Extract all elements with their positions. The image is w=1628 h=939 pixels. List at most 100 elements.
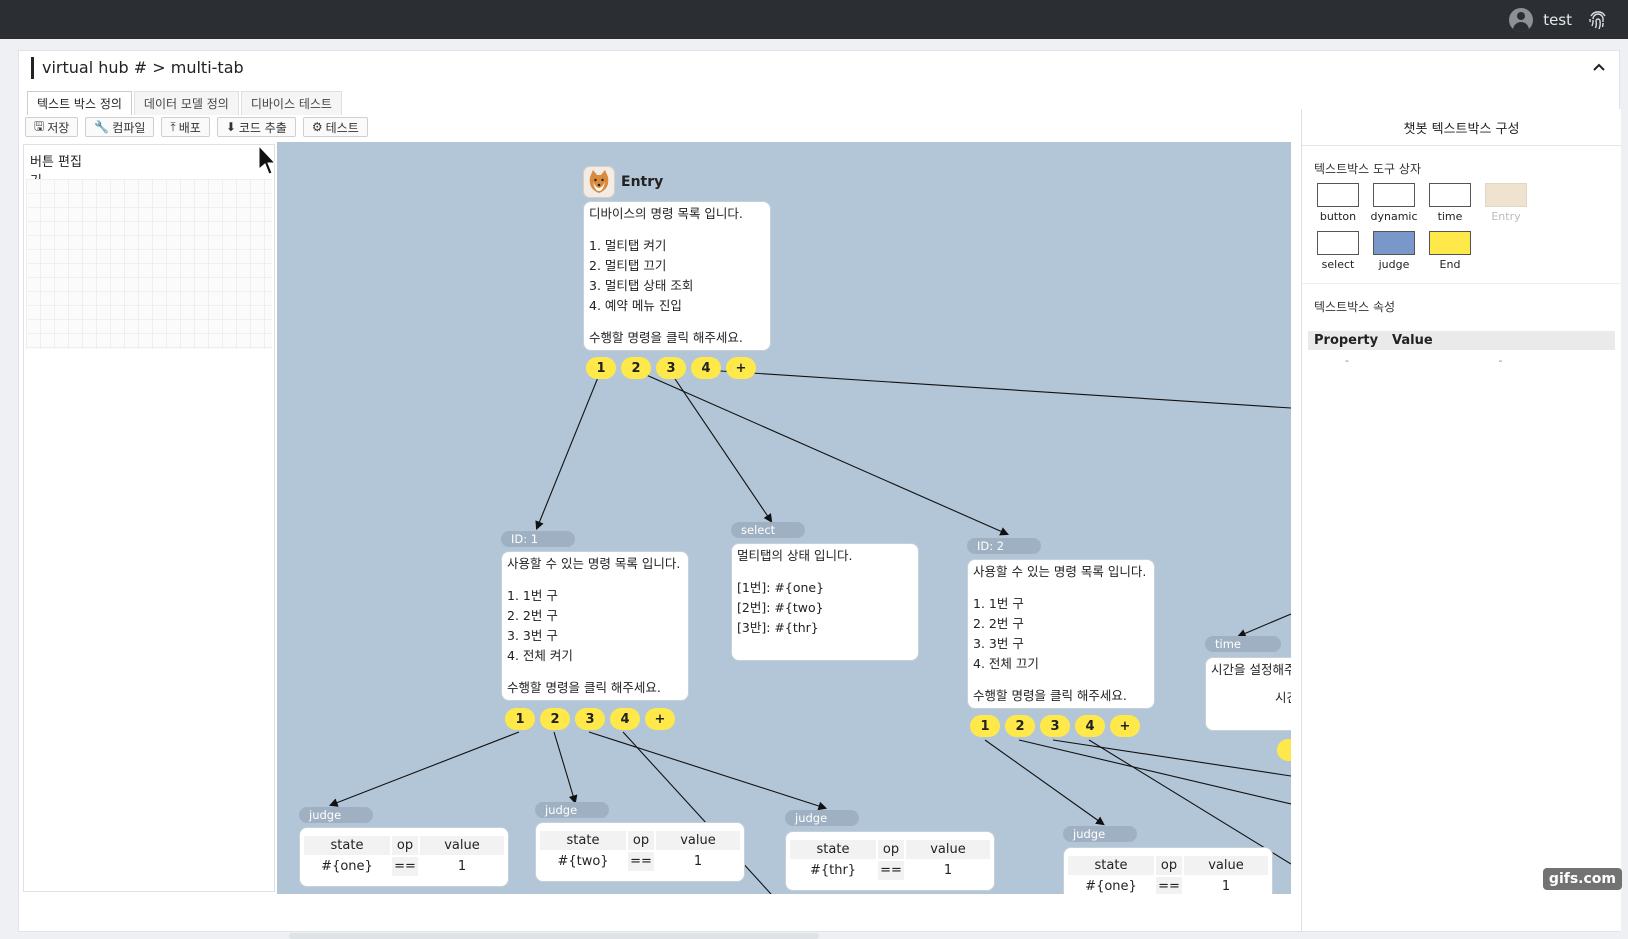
gear-icon: ⚙ <box>311 120 323 134</box>
save-button[interactable]: 🖫 저장 <box>25 117 79 137</box>
tab-bar: 텍스트 박스 정의 데이터 모델 정의 디바이스 테스트 <box>27 91 342 115</box>
judge-header: state <box>304 836 390 855</box>
shiba-dog-icon <box>583 166 615 198</box>
tool-dynamic[interactable]: dynamic <box>1366 183 1422 223</box>
judge-cell: == <box>878 861 904 880</box>
judge-header: state <box>790 840 876 859</box>
node-line: 4. 전체 끄기 <box>973 656 1039 671</box>
node-button[interactable]: 3 <box>575 708 605 730</box>
connector-lines <box>328 369 1291 894</box>
node-tag: judge <box>299 807 373 823</box>
tool-swatch <box>1429 183 1471 207</box>
edge-5 <box>328 731 520 807</box>
entry-label: Entry <box>621 174 664 190</box>
tab-textbox-def[interactable]: 텍스트 박스 정의 <box>27 91 132 115</box>
node-line: 사용할 수 있는 명령 목록 입니다. <box>973 564 1147 579</box>
tab-data-model[interactable]: 데이터 모델 정의 <box>133 91 239 115</box>
tool-label: button <box>1319 210 1357 223</box>
props-header-property: Property <box>1314 333 1379 348</box>
tool-swatch <box>1485 183 1527 207</box>
node-line: 멀티탭의 상태 입니다. <box>737 548 853 563</box>
judge-cell: 1 <box>1184 877 1268 894</box>
test-button[interactable]: ⚙ 테스트 <box>302 117 368 137</box>
judge-header: value <box>420 836 504 855</box>
node-button[interactable]: 1 <box>586 357 616 379</box>
node-line: 시간 <box>1275 690 1291 705</box>
node-button[interactable]: 1 <box>505 708 535 730</box>
top-bar: test <box>0 0 1628 39</box>
node-button[interactable]: 4 <box>1075 715 1105 737</box>
judge-node[interactable]: state op value #{one} == 1 <box>299 827 509 887</box>
tool-button[interactable]: button <box>1310 183 1366 223</box>
deploy-button[interactable]: ⤒ 배포 <box>161 117 210 137</box>
node-button[interactable]: 1 <box>970 715 1000 737</box>
tool-label: Entry <box>1491 210 1521 223</box>
add-button[interactable]: + <box>726 357 756 379</box>
judge-cell: 1 <box>420 857 504 876</box>
props-header-value: Value <box>1392 333 1433 348</box>
select-node[interactable]: 멀티탭의 상태 입니다. [1번]: #{one} [2번]: #{two} [… <box>731 543 919 661</box>
node-line: 수행할 명령을 클릭 해주세요. <box>973 688 1127 703</box>
tool-end[interactable]: End <box>1422 231 1478 271</box>
node-button[interactable]: 4 <box>610 708 640 730</box>
node-line: 사용할 수 있는 명령 목록 입니다. <box>507 556 681 571</box>
id2-node[interactable]: 사용할 수 있는 명령 목록 입니다. 1. 1번 구 2. 2번 구 3. 3… <box>967 559 1155 709</box>
node-line: 시간을 설정해주 <box>1211 662 1291 677</box>
judge-cell: #{two} <box>540 852 626 871</box>
flow-canvas[interactable]: Entry 디바이스의 명령 목록 입니다. 1. 멀티탭 켜기 2. 멀티탭 … <box>277 142 1291 894</box>
node-tag: judge <box>1063 826 1137 842</box>
deploy-label: 배포 <box>178 120 201 135</box>
id1-buttons: 1 2 3 4 + <box>505 708 675 730</box>
collapse-icon[interactable] <box>1593 59 1605 75</box>
edge-1 <box>535 369 602 531</box>
node-button[interactable]: 3 <box>1040 715 1070 737</box>
tab-device-test[interactable]: 디바이스 테스트 <box>240 91 342 115</box>
judge-header: value <box>656 831 740 850</box>
node-line: 3. 멀티탭 상태 조회 <box>589 278 694 293</box>
node-line: 디바이스의 명령 목록 입니다. <box>589 206 743 221</box>
judge-header: op <box>628 831 654 850</box>
button-editor-grid[interactable] <box>26 179 272 349</box>
node-button[interactable]: 2 <box>1005 715 1035 737</box>
edge-13 <box>1236 613 1291 638</box>
judge-node[interactable]: state op value #{two} == 1 <box>535 822 745 882</box>
compile-button[interactable]: 🔧 컴파일 <box>85 117 155 137</box>
id1-node[interactable]: 사용할 수 있는 명령 목록 입니다. 1. 1번 구 2. 2번 구 3. 3… <box>501 551 689 701</box>
user-menu[interactable]: test <box>1509 7 1572 32</box>
node-tag: time <box>1205 636 1281 652</box>
watermark: gifs.com <box>1542 868 1622 890</box>
add-button[interactable]: + <box>1110 715 1140 737</box>
time-node[interactable]: 시간을 설정해주 시간 <box>1205 657 1291 731</box>
tool-label: dynamic <box>1370 210 1418 223</box>
tool-select[interactable]: select <box>1310 231 1366 271</box>
edge-11 <box>1052 739 1291 777</box>
tool-swatch <box>1317 231 1359 255</box>
node-button[interactable]: 3 <box>656 357 686 379</box>
entry-node[interactable]: 디바이스의 명령 목록 입니다. 1. 멀티탭 켜기 2. 멀티탭 끄기 3. … <box>583 201 771 351</box>
edge-6 <box>553 731 578 805</box>
fingerprint-icon[interactable] <box>1586 8 1610 32</box>
node-button[interactable]: 2 <box>540 708 570 730</box>
judge-node[interactable]: state op value #{one} == 1 <box>1063 847 1273 894</box>
node-line: 2. 2번 구 <box>973 616 1024 631</box>
export-code-button[interactable]: ⬇ 코드 추출 <box>216 117 296 137</box>
tool-swatch <box>1429 231 1471 255</box>
node-line: 1. 1번 구 <box>507 588 558 603</box>
node-line: 수행할 명령을 클릭 해주세요. <box>507 680 661 695</box>
node-button[interactable]: 4 <box>691 357 721 379</box>
judge-header: op <box>392 836 418 855</box>
test-label: 테스트 <box>325 120 359 135</box>
node-line: 수행할 명령을 클릭 해주세요. <box>589 330 743 345</box>
judge-node[interactable]: state op value #{thr} == 1 <box>785 831 995 891</box>
node-button[interactable]: 2 <box>621 357 651 379</box>
node-tag: ID: 2 <box>967 538 1041 554</box>
judge-cell: == <box>392 857 418 876</box>
tool-time[interactable]: time <box>1422 183 1478 223</box>
tool-judge[interactable]: judge <box>1366 231 1422 271</box>
save-icon: 🖫 <box>34 118 45 133</box>
node-line: 2. 2번 구 <box>507 608 558 623</box>
textbox-config-panel: 챗봇 텍스트박스 구성 텍스트박스 도구 상자 button dynamic t… <box>1301 109 1621 931</box>
add-button[interactable]: + <box>645 708 675 730</box>
tool-swatch <box>1317 183 1359 207</box>
username: test <box>1543 10 1572 29</box>
